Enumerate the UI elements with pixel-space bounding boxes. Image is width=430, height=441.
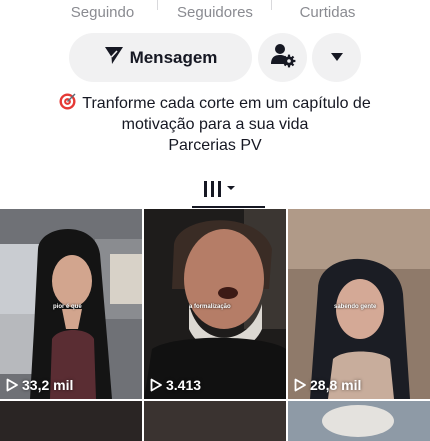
- video-thumbnail[interactable]: [0, 401, 142, 441]
- view-count: 3.413: [150, 377, 201, 393]
- add-friend-button[interactable]: [258, 33, 307, 82]
- video-thumbnail[interactable]: [144, 401, 286, 441]
- message-button[interactable]: Mensagem: [69, 33, 252, 82]
- video-caption: a formalização: [189, 304, 231, 310]
- content-tabs: [0, 172, 430, 208]
- view-count-text: 28,8 mil: [310, 377, 362, 393]
- send-icon: [104, 45, 124, 70]
- stat-divider: [157, 0, 158, 10]
- message-button-label: Mensagem: [129, 47, 218, 67]
- view-count-text: 3.413: [166, 377, 202, 393]
- more-options-button[interactable]: [312, 33, 361, 82]
- tab-videos[interactable]: [202, 178, 238, 205]
- video-caption: pior é que: [53, 304, 82, 310]
- dropdown-triangle-icon: [330, 49, 344, 67]
- bio-line-2: motivação para a sua vida: [121, 116, 309, 133]
- video-frame-hat: [288, 401, 430, 441]
- video-caption: sabendo gente: [334, 304, 377, 310]
- profile-bio: Tranforme cada corte em um capítulo de m…: [0, 93, 430, 156]
- play-icon: [294, 378, 306, 392]
- video-thumbnail[interactable]: [288, 401, 430, 441]
- video-thumbnail[interactable]: pior é que 33,2 mil: [0, 209, 142, 399]
- view-count: 33,2 mil: [6, 377, 73, 393]
- play-icon: [6, 378, 18, 392]
- target-emoji-icon: [59, 93, 76, 110]
- stat-following-label: Seguindo: [70, 4, 135, 21]
- video-thumbnail[interactable]: a formalização 3.413: [144, 209, 286, 399]
- stat-likes-label: Curtidas: [299, 4, 356, 21]
- bio-line-3[interactable]: Parcerias PV: [0, 135, 430, 156]
- stat-followers-label: Seguidores: [177, 4, 253, 21]
- view-count: 28,8 mil: [294, 377, 361, 393]
- video-thumbnail[interactable]: sabendo gente 28,8 mil: [288, 209, 430, 399]
- stat-divider: [271, 0, 272, 10]
- bio-line-1: Tranforme cada corte em um capítulo de: [0, 93, 430, 114]
- view-count-text: 33,2 mil: [22, 377, 74, 393]
- bio-text-1: Tranforme cada corte em um capítulo de: [82, 95, 371, 112]
- profile-actions: Mensagem: [0, 33, 430, 83]
- tab-active-indicator: [192, 206, 265, 208]
- grid-videos-icon: [202, 181, 238, 204]
- profile-stats: Seguindo Seguidores Curtidas: [0, 0, 430, 28]
- play-icon: [150, 378, 162, 392]
- add-friend-gear-icon: [270, 42, 296, 73]
